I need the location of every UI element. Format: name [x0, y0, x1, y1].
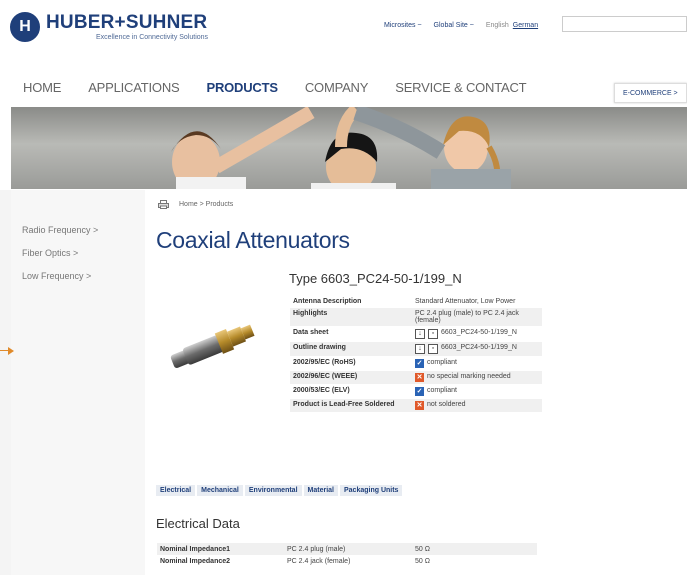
spec-value: ✓ compliant: [412, 357, 542, 370]
spec-value-text: compliant: [427, 387, 457, 394]
spec-row: 2000/53/EC (ELV) ✓ compliant: [290, 385, 542, 399]
spec-value-text: not soldered: [427, 401, 466, 408]
nav-applications[interactable]: APPLICATIONS: [88, 80, 179, 95]
hero-banner: [11, 107, 687, 189]
spec-value: PC 2.4 plug (male) to PC 2.4 jack (femal…: [412, 308, 542, 326]
spec-label: Antenna Description: [293, 298, 362, 305]
breadcrumb-text[interactable]: Home > Products: [179, 201, 233, 208]
datasheet-link[interactable]: 6603_PC24-50-1/199_N: [441, 329, 517, 336]
global-site-link[interactable]: Global Site ~: [434, 22, 474, 29]
check-icon: ✓: [415, 387, 424, 396]
brand-logo[interactable]: H HUBER+SUHNER Excellence in Connectivit…: [10, 12, 208, 42]
leftnav-fiber-optics[interactable]: Fiber Optics >: [22, 248, 98, 258]
tab-packaging-units[interactable]: Packaging Units: [339, 485, 403, 496]
param-value: 50 Ω: [415, 545, 430, 553]
tab-environmental[interactable]: Environmental: [244, 485, 302, 496]
spec-value: ✓ compliant: [412, 385, 542, 398]
param-desc: PC 2.4 jack (female): [287, 557, 351, 565]
electrical-table: Nominal Impedance1 PC 2.4 plug (male) 50…: [157, 543, 537, 567]
spec-row: 2002/95/EC (RoHS) ✓ compliant: [290, 357, 542, 371]
param-name: Nominal Impedance1: [160, 545, 231, 553]
main-nav: HOME APPLICATIONS PRODUCTS COMPANY SERVI…: [23, 80, 553, 95]
preview-icon[interactable]: ▫: [428, 329, 438, 339]
cross-icon: ✕: [415, 373, 424, 382]
spec-row: Outline drawing ↓ ▫ 6603_PC24-50-1/199_N: [290, 342, 542, 357]
pointer-arrow-icon: [8, 347, 14, 355]
nav-home[interactable]: HOME: [23, 80, 61, 95]
logo-text: HUBER+SUHNER Excellence in Connectivity …: [46, 11, 209, 42]
spec-label: 2002/96/EC (WEEE): [290, 371, 412, 384]
lang-german-link[interactable]: German: [513, 22, 538, 29]
spec-value-text: Standard Attenuator, Low Power: [415, 298, 516, 305]
electrical-data-title: Electrical Data: [156, 516, 240, 531]
tab-material[interactable]: Material: [303, 485, 338, 496]
nav-products[interactable]: PRODUCTS: [206, 80, 278, 95]
product-image: [170, 324, 255, 368]
spec-label: 2002/95/EC (RoHS): [293, 359, 356, 366]
tab-mechanical[interactable]: Mechanical: [197, 485, 243, 496]
logo-mark-icon: H: [10, 12, 40, 42]
param-name: Nominal Impedance2: [160, 557, 231, 565]
cross-icon: ✕: [415, 401, 424, 410]
spec-value-text: no special marking needed: [427, 373, 511, 380]
download-icon[interactable]: ↓: [415, 344, 425, 354]
spec-row: Highlights PC 2.4 plug (male) to PC 2.4 …: [290, 308, 542, 327]
nav-company[interactable]: COMPANY: [305, 80, 369, 95]
page: H HUBER+SUHNER Excellence in Connectivit…: [0, 0, 687, 575]
breadcrumb: Home > Products: [158, 200, 233, 209]
top-links: Microsites ~ Global Site ~ English Germa…: [384, 22, 550, 29]
lang-english-link[interactable]: English: [486, 22, 509, 29]
search-input[interactable]: [562, 16, 687, 32]
spec-value-text: compliant: [427, 359, 457, 366]
spec-row: 2002/96/EC (WEEE) ✕ no special marking n…: [290, 371, 542, 385]
table-row: Nominal Impedance2 PC 2.4 jack (female) …: [157, 555, 537, 567]
left-nav: Radio Frequency > Fiber Optics > Low Fre…: [22, 225, 98, 294]
spec-value: ↓ ▫ 6603_PC24-50-1/199_N: [412, 342, 542, 356]
sidebar-strip: [0, 190, 11, 575]
spec-table: Antenna Description Standard Attenuator,…: [290, 296, 542, 413]
spec-value-text: PC 2.4 plug (male) to PC 2.4 jack (femal…: [415, 310, 519, 324]
hero-children-image: [171, 107, 511, 189]
tab-electrical[interactable]: Electrical: [156, 485, 196, 496]
microsites-link[interactable]: Microsites ~: [384, 22, 422, 29]
check-icon: ✓: [415, 359, 424, 368]
ecommerce-button[interactable]: E-COMMERCE >: [614, 83, 687, 103]
spec-label: Data sheet: [293, 329, 329, 336]
spec-label: Outline drawing: [290, 342, 412, 356]
spec-label: Product is Lead-Free Soldered: [290, 399, 412, 412]
param-value: 50 Ω: [415, 557, 430, 565]
spec-value: ✕ not soldered: [412, 399, 542, 412]
leftnav-low-frequency[interactable]: Low Frequency >: [22, 271, 98, 281]
print-icon[interactable]: [158, 200, 169, 209]
spec-value: ↓ ▫ 6603_PC24-50-1/199_N: [412, 327, 542, 341]
spec-value: ✕ no special marking needed: [412, 371, 542, 384]
page-title: Coaxial Attenuators: [156, 227, 350, 253]
outline-drawing-link[interactable]: 6603_PC24-50-1/199_N: [441, 344, 517, 351]
brand-tagline: Excellence in Connectivity Solutions: [96, 33, 209, 41]
spec-row: Antenna Description Standard Attenuator,…: [290, 296, 542, 308]
preview-icon[interactable]: ▫: [428, 344, 438, 354]
brand-name: HUBER+SUHNER: [46, 11, 208, 33]
product-type-title: Type 6603_PC24-50-1/199_N: [289, 271, 462, 286]
spec-label: 2000/53/EC (ELV): [293, 387, 350, 394]
spec-value: Standard Attenuator, Low Power: [412, 296, 542, 307]
detail-tabs: Electrical Mechanical Environmental Mate…: [156, 485, 404, 496]
table-row: Nominal Impedance1 PC 2.4 plug (male) 50…: [157, 543, 537, 555]
spec-row: Data sheet ↓ ▫ 6603_PC24-50-1/199_N: [290, 327, 542, 342]
spec-row: Product is Lead-Free Soldered ✕ not sold…: [290, 399, 542, 413]
leftnav-radio-frequency[interactable]: Radio Frequency >: [22, 225, 98, 235]
download-icon[interactable]: ↓: [415, 329, 425, 339]
spec-label: Highlights: [290, 308, 412, 326]
nav-service-contact[interactable]: SERVICE & CONTACT: [395, 80, 526, 95]
param-desc: PC 2.4 plug (male): [287, 545, 346, 553]
